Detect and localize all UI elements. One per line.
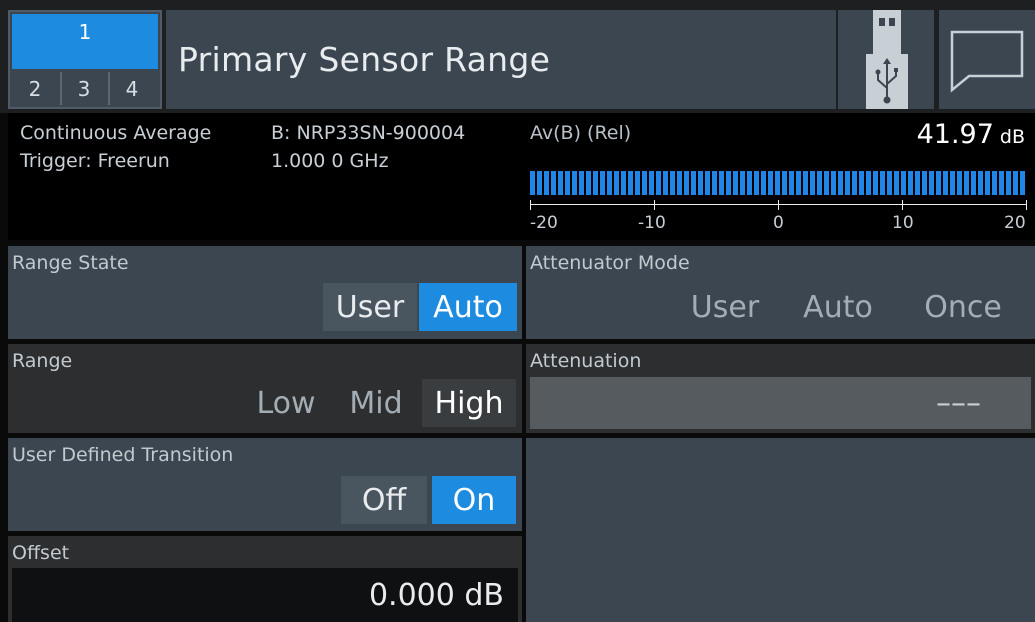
scale-label: 0 [773,213,784,233]
reading-number: 41.97 [916,119,994,150]
range-state-user-option[interactable]: User [323,283,417,331]
scale-tick [902,200,903,210]
attenuator-mode-panel[interactable]: Attenuator Mode User Auto Once [526,246,1035,339]
title-bar: Primary Sensor Range [166,10,836,109]
transition-off-option[interactable]: Off [341,476,427,524]
window-selector[interactable]: 1 2 3 4 [8,10,162,109]
scale-label: -20 [530,213,558,233]
page-title: Primary Sensor Range [178,40,551,79]
range-state-panel[interactable]: Range State User Auto [8,246,522,339]
range-state-auto-option[interactable]: Auto [419,283,517,331]
user-defined-transition-panel[interactable]: User Defined Transition Off On [8,438,522,531]
window-1-button[interactable]: 1 [12,14,158,69]
screen: 1 2 3 4 Primary Sensor Range Continuous … [0,0,1035,622]
range-mid-option[interactable]: Mid [336,379,416,427]
speech-bubble-icon [950,30,1024,93]
scale-tick [778,200,779,210]
attenuation-label: Attenuation [530,350,642,372]
scale-tick [1026,200,1027,210]
reading-label: Av(B) (Rel) [530,122,632,144]
scale-tick [530,200,531,210]
measurement-mode: Continuous Average [20,122,212,144]
attenuation-panel[interactable]: Attenuation ––– [526,344,1035,433]
attenuator-auto-option[interactable]: Auto [788,283,888,331]
transition-on-option[interactable]: On [432,476,516,524]
offset-panel[interactable]: Offset 0.000 dB [8,536,522,622]
offset-field[interactable]: 0.000 dB [12,568,518,622]
range-label: Range [12,350,73,372]
reading-value: 41.97 dB [917,119,1025,150]
attenuator-user-option[interactable]: User [672,283,778,331]
window-2-button[interactable]: 2 [12,72,58,105]
attenuation-field[interactable]: ––– [530,377,1031,429]
scale-label: 10 [892,213,914,233]
user-defined-transition-label: User Defined Transition [12,444,234,466]
scale-label: 20 [1004,213,1026,233]
range-low-option[interactable]: Low [246,379,326,427]
usb-button[interactable] [838,10,934,109]
measurement-display[interactable]: Continuous Average Trigger: Freerun B: N… [8,113,1035,240]
trigger-status: Trigger: Freerun [20,150,170,172]
scale-label: -10 [638,213,666,233]
scale-tick [654,200,655,210]
window-4-button[interactable]: 4 [108,72,154,105]
offset-label: Offset [12,542,70,564]
attenuator-mode-label: Attenuator Mode [530,252,690,274]
range-panel[interactable]: Range Low Mid High [8,344,522,433]
bargraph [530,171,1027,195]
header: 1 2 3 4 Primary Sensor Range [0,0,1035,113]
messages-button[interactable] [939,10,1035,109]
range-high-option[interactable]: High [422,379,516,427]
empty-panel [526,438,1035,622]
range-state-label: Range State [12,252,129,274]
window-3-button[interactable]: 3 [60,72,106,105]
sensor-name: B: NRP33SN-900004 [271,122,466,144]
reading-unit: dB [999,126,1025,148]
attenuator-once-option[interactable]: Once [902,283,1024,331]
frequency-value: 1.000 0 GHz [271,150,389,172]
